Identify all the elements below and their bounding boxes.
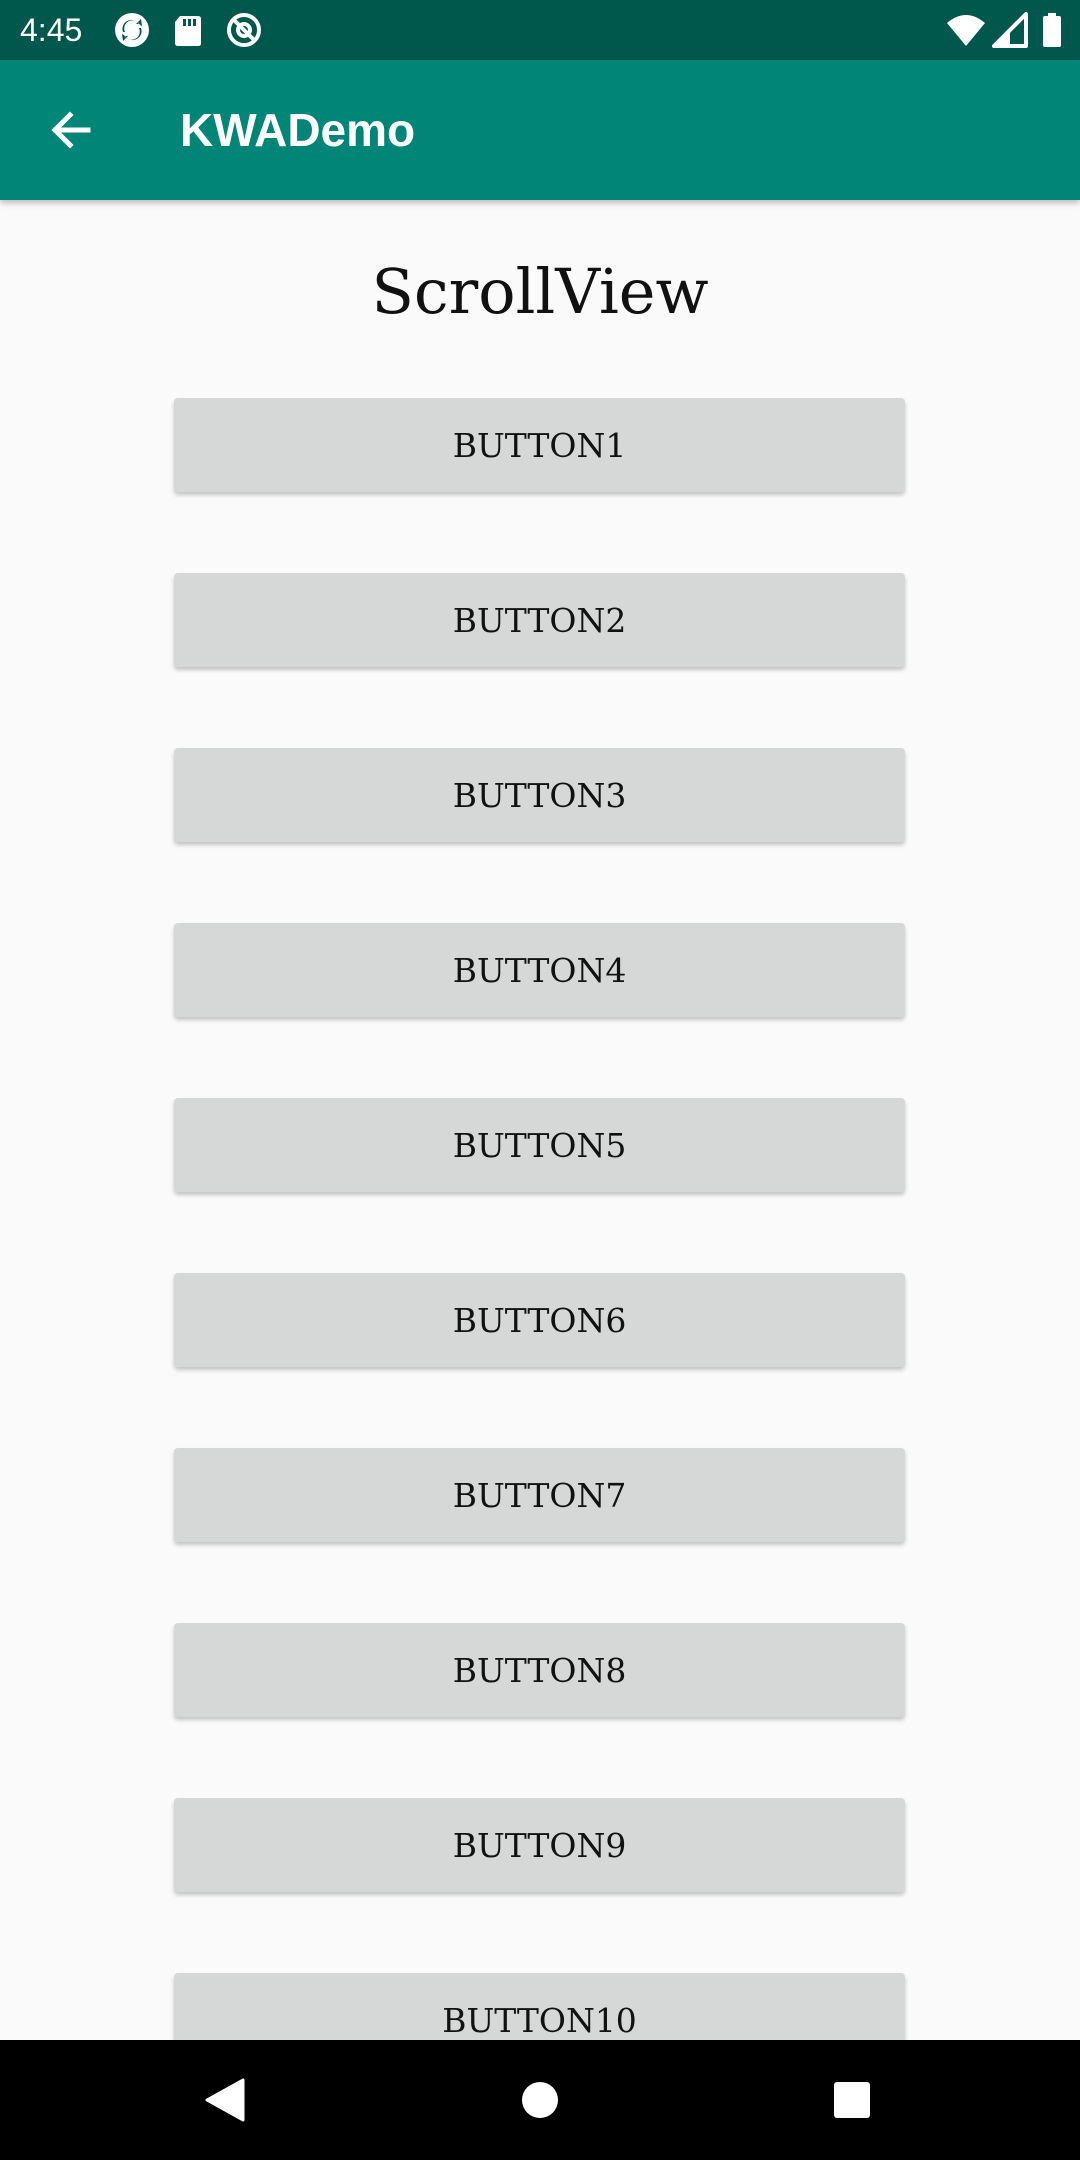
button-4[interactable]: BUTTON4 <box>174 923 905 1017</box>
sync-icon <box>115 13 149 47</box>
app-title: KWADemo <box>180 104 416 156</box>
home-circle-icon[interactable] <box>510 2070 570 2130</box>
navigation-bar <box>0 2040 1080 2160</box>
button-3[interactable]: BUTTON3 <box>174 748 905 842</box>
status-bar: 4:45 <box>0 0 1080 60</box>
back-button[interactable] <box>30 90 110 170</box>
button-9[interactable]: BUTTON9 <box>174 1798 905 1892</box>
recents-square-icon[interactable] <box>822 2070 882 2130</box>
button-6[interactable]: BUTTON6 <box>174 1273 905 1367</box>
scroll-view[interactable]: ScrollView BUTTON1 BUTTON2 BUTTON3 BUTTO… <box>0 200 1080 2040</box>
page-title: ScrollView <box>371 255 709 328</box>
battery-icon <box>1043 13 1061 47</box>
at-sign-icon <box>227 13 261 47</box>
button-8[interactable]: BUTTON8 <box>174 1623 905 1717</box>
wifi-icon <box>947 15 985 46</box>
status-time: 4:45 <box>20 12 83 48</box>
app-bar: KWADemo <box>0 60 1080 200</box>
cellular-signal-icon <box>992 12 1028 48</box>
button-2[interactable]: BUTTON2 <box>174 573 905 667</box>
back-triangle-icon[interactable] <box>195 2070 255 2130</box>
button-1[interactable]: BUTTON1 <box>174 398 905 492</box>
button-10[interactable]: BUTTON10 <box>174 1973 905 2040</box>
sd-card-icon <box>175 16 201 46</box>
button-7[interactable]: BUTTON7 <box>174 1448 905 1542</box>
arrow-back-icon <box>51 111 91 149</box>
button-5[interactable]: BUTTON5 <box>174 1098 905 1192</box>
